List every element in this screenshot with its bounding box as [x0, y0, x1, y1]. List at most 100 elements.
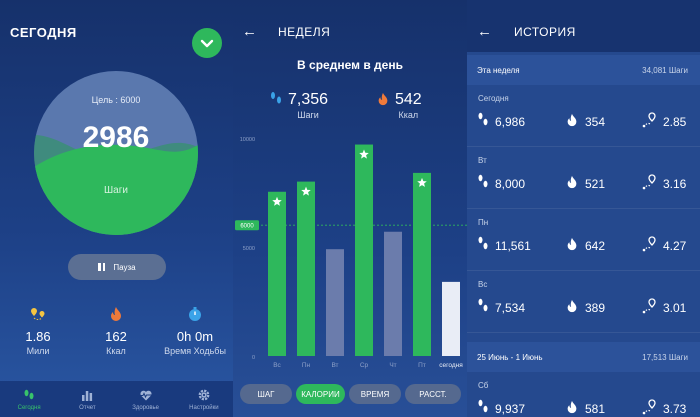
route-pin-icon [641, 112, 657, 131]
day-distance-value: 4.27 [663, 238, 687, 253]
stopwatch-icon [160, 306, 230, 322]
flame-icon [565, 399, 579, 417]
section-title: 25 Июнь - 1 Июнь [477, 352, 543, 362]
day-steps-value: 6,986 [495, 114, 526, 129]
tab-today-label: Сегодня [17, 404, 41, 411]
day-steps-value: 8,000 [495, 176, 526, 191]
stat-calories: 162 Ккал [81, 306, 151, 356]
day-steps-value: 9,937 [495, 401, 526, 416]
section-header: Эта неделя 34,081 Шаги [467, 55, 700, 85]
steps-count: 2986 [82, 121, 150, 154]
footsteps-icon [271, 92, 281, 104]
average-title: В среднем в день [297, 58, 403, 72]
back-arrow-icon[interactable]: ← [242, 23, 257, 40]
chip-calories[interactable]: КАЛОРИИ [296, 384, 345, 404]
day-distance: 3.01 [641, 298, 686, 317]
flame-icon [378, 92, 388, 106]
stat-distance: 1.86 Мили [3, 306, 73, 356]
x-tick-label: Пн [302, 362, 311, 369]
day-kcal-value: 642 [585, 238, 606, 253]
day-kcal-value: 521 [585, 176, 606, 191]
chip-steps[interactable]: ШАГ [240, 384, 292, 404]
goal-label: Цель : 6000 [91, 95, 141, 105]
time-value: 0h 0m [176, 329, 214, 344]
day-distance-value: 3.16 [663, 176, 687, 191]
section-total: 34,081 Шаги [642, 65, 688, 75]
y-tick-label: 0 [252, 355, 255, 361]
route-pin-icon [641, 236, 657, 255]
back-arrow-icon[interactable]: ← [477, 23, 492, 40]
chip-distance[interactable]: РАССТ. [405, 384, 461, 404]
week-panel: ← НЕДЕЛЯ В среднем в день 7,356 Шаги 542… [233, 0, 467, 417]
day-distance-value: 3.73 [663, 401, 687, 416]
footsteps-icon [477, 174, 489, 193]
day-distance: 2.85 [641, 112, 686, 131]
history-day-row[interactable]: Сб 9,937 581 3.73 [467, 372, 700, 417]
flame-icon [565, 236, 579, 255]
history-day-row[interactable]: Пн 11,561 642 4.27 [467, 209, 700, 271]
history-panel: ← ИСТОРИЯ Эта неделя 34,081 Шаги Сегодня… [467, 0, 700, 417]
day-distance-value: 2.85 [663, 114, 687, 129]
route-pin-icon [641, 298, 657, 317]
history-title: ИСТОРИЯ [514, 25, 576, 39]
x-tick-label: Ср [360, 362, 369, 369]
day-kcal: 642 [565, 236, 605, 255]
flame-icon [565, 298, 579, 317]
section-total: 17,513 Шаги [642, 352, 688, 362]
average-kcal: 542 Ккал [376, 91, 422, 120]
bar-3 [355, 144, 373, 356]
day-steps: 7,534 [477, 298, 525, 317]
day-name: Сб [478, 381, 489, 390]
tab-health[interactable]: Здоровье [117, 381, 175, 417]
pause-button[interactable]: Пауза [68, 254, 166, 280]
chip-time[interactable]: ВРЕМЯ [349, 384, 401, 404]
pause-label: Пауза [113, 262, 136, 272]
tab-settings-label: Настройки [189, 404, 219, 411]
day-distance: 4.27 [641, 236, 686, 255]
chevron-down-icon [200, 39, 214, 48]
goal-line-label: 6000 [240, 224, 254, 230]
day-distance: 3.16 [641, 174, 686, 193]
day-name: Сегодня [478, 94, 509, 103]
day-name: Вс [478, 280, 488, 289]
metric-chips: ШАГ КАЛОРИИ ВРЕМЯ РАССТ. [233, 384, 467, 404]
bar-6 [442, 281, 460, 356]
day-kcal: 354 [565, 112, 605, 131]
average-steps-value: 7,356 [288, 91, 329, 108]
map-pin-icon [3, 306, 73, 322]
bar-0 [268, 191, 286, 356]
day-distance-value: 3.01 [663, 300, 687, 315]
average-kcal-value: 542 [395, 91, 422, 108]
day-kcal-value: 581 [585, 401, 606, 416]
footsteps-icon [477, 298, 489, 317]
section-title: Эта неделя [477, 65, 520, 75]
footsteps-icon [24, 389, 34, 399]
flame-icon [565, 112, 579, 131]
tab-today[interactable]: Сегодня [0, 381, 58, 417]
confirm-button[interactable] [192, 28, 222, 58]
history-day-row[interactable]: Вт 8,000 521 3.16 [467, 147, 700, 209]
footsteps-icon [477, 399, 489, 417]
stat-time: 0h 0m Время Ходьбы [160, 306, 230, 356]
day-kcal-value: 354 [585, 114, 606, 129]
tab-settings[interactable]: Настройки [175, 381, 233, 417]
average-steps: 7,356 Шаги [269, 91, 328, 120]
page-title: СЕГОДНЯ [10, 25, 77, 40]
day-kcal: 581 [565, 399, 605, 417]
history-day-row[interactable]: Сегодня 6,986 354 2.85 [467, 85, 700, 147]
day-steps: 9,937 [477, 399, 525, 417]
bar-1 [297, 181, 315, 356]
history-day-row[interactable]: Вс 7,534 389 3.01 [467, 271, 700, 333]
day-name: Вт [478, 156, 487, 165]
day-name: Пн [478, 218, 489, 227]
day-steps: 11,561 [477, 236, 531, 255]
day-kcal: 389 [565, 298, 605, 317]
distance-label: Мили [26, 346, 50, 356]
tab-report[interactable]: Отчет [58, 381, 116, 417]
gear-icon [198, 389, 210, 400]
x-tick-label: Вт [331, 362, 338, 369]
day-steps: 6,986 [477, 112, 525, 131]
day-steps-value: 7,534 [495, 300, 526, 315]
weekly-bar-chart: 0 5000 10000 6000 Вс Пн Вт Ср Чт Пт сегодня [235, 137, 467, 369]
flame-icon [565, 174, 579, 193]
